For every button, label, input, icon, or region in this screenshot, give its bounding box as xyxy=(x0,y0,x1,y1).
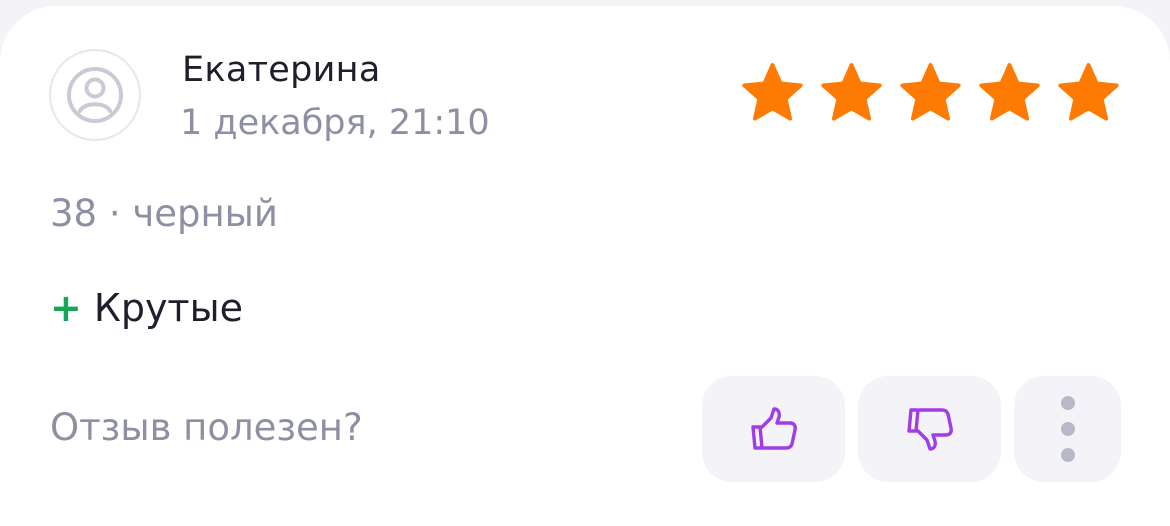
dot xyxy=(1060,396,1075,410)
pros-text: Крутые xyxy=(93,286,243,330)
star-icon xyxy=(900,63,961,121)
dot xyxy=(1060,448,1075,462)
thumbs-down-icon xyxy=(906,408,953,451)
more-options-button[interactable] xyxy=(1014,376,1121,482)
star-icon xyxy=(979,63,1040,121)
dot xyxy=(1060,422,1075,436)
product-variant: 38 · черный xyxy=(50,192,278,235)
review-pros: + Крутые xyxy=(50,286,243,330)
review-card: Екатерина 1 декабря, 21:10 38 · черный +… xyxy=(0,6,1170,526)
user-placeholder-icon xyxy=(67,67,123,123)
author-name: Екатерина xyxy=(182,50,381,90)
review-date: 1 декабря, 21:10 xyxy=(180,103,490,143)
star-icon xyxy=(1058,63,1119,121)
avatar xyxy=(49,49,141,141)
plus-icon: + xyxy=(50,286,82,330)
rating-stars xyxy=(739,60,1122,127)
star-icon xyxy=(742,63,803,121)
like-button[interactable] xyxy=(702,376,845,482)
dislike-button[interactable] xyxy=(858,376,1001,482)
star-icon xyxy=(821,63,882,121)
helpful-question: Отзыв полезен? xyxy=(50,406,363,449)
more-vertical-icon xyxy=(1060,396,1075,462)
thumbs-up-icon xyxy=(750,407,797,450)
